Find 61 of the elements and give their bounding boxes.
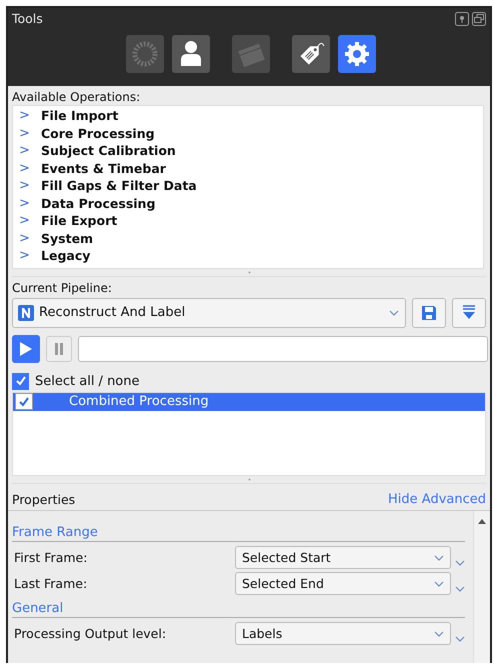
pin-icon[interactable]	[455, 12, 469, 26]
expand-arrow[interactable]: >	[19, 230, 41, 246]
checkmark-icon	[17, 394, 31, 408]
play-button[interactable]	[12, 334, 40, 362]
scrollbar[interactable]	[473, 510, 490, 663]
expand-arrow[interactable]: >	[19, 108, 41, 124]
expand-chevron-icon[interactable]	[455, 558, 465, 566]
expand-arrow[interactable]: >	[19, 160, 41, 176]
pause-button[interactable]	[46, 336, 72, 362]
tag-tool-button[interactable]	[292, 35, 330, 73]
expand-arrow[interactable]: >	[19, 126, 41, 141]
property-dropdown[interactable]: Selected End	[235, 572, 451, 595]
expand-arrow[interactable]: >	[19, 248, 41, 264]
expand-arrow[interactable]: >	[19, 143, 41, 158]
window-title: Tools	[12, 11, 43, 26]
expand-chevron-icon[interactable]	[455, 584, 465, 592]
section-heading: Frame Range	[12, 524, 465, 542]
operation-item[interactable]: File Export	[41, 213, 118, 228]
expand-arrow[interactable]: >	[19, 213, 41, 228]
section-label: Current Pipeline:	[11, 280, 113, 296]
section-heading: General	[12, 600, 465, 618]
scroll-up-icon	[478, 518, 486, 524]
section-label: Available Operations:	[11, 89, 142, 105]
save-icon	[420, 304, 438, 322]
settings-tool-button[interactable]	[338, 35, 376, 73]
operation-item[interactable]: Subject Calibration	[41, 143, 176, 158]
expand-arrow[interactable]: >	[19, 196, 41, 211]
chevron-down-icon	[434, 554, 444, 562]
checkmark-icon	[14, 374, 28, 388]
property-label: Last Frame:	[13, 576, 88, 591]
save-button[interactable]	[412, 298, 446, 328]
menu-button[interactable]	[452, 298, 486, 328]
pause-icon	[54, 342, 64, 354]
operation-item[interactable]: Legacy	[41, 248, 90, 264]
n-logo-icon	[18, 304, 34, 320]
restore-icon[interactable]	[472, 12, 486, 26]
chevron-down-icon	[389, 308, 399, 316]
operation-item[interactable]: System	[41, 230, 94, 246]
arrow-down-icon	[462, 304, 476, 320]
chevron-down-icon	[434, 580, 444, 588]
operation-item[interactable]: Fill Gaps & Filter Data	[41, 178, 197, 194]
hide-advanced-link[interactable]: Hide Advanced	[388, 492, 486, 506]
property-label: First Frame:	[13, 550, 88, 565]
operation-item[interactable]: Core Processing	[41, 126, 155, 141]
property-label: Processing Output level:	[13, 626, 168, 641]
select-all-checkbox[interactable]	[12, 372, 29, 390]
operation-item[interactable]: Events & Timebar	[41, 160, 166, 176]
expand-chevron-icon[interactable]	[455, 634, 465, 642]
select-all-label[interactable]: Select all / none	[35, 374, 140, 388]
item-checkbox[interactable]	[15, 393, 33, 410]
expand-arrow[interactable]: >	[19, 178, 41, 194]
property-dropdown[interactable]: Labels	[235, 622, 451, 645]
pipeline-dropdown[interactable]: Reconstruct And Label	[12, 298, 406, 328]
operation-item[interactable]: Data Processing	[41, 196, 156, 211]
pipeline-item[interactable]: Combined Processing	[13, 392, 485, 410]
play-icon	[19, 340, 33, 356]
chevron-down-icon	[434, 630, 444, 638]
person-tool-button[interactable]	[172, 35, 210, 73]
property-dropdown[interactable]: Selected Start	[235, 546, 451, 569]
operation-item[interactable]: File Import	[41, 108, 118, 124]
properties-title: Properties	[12, 492, 76, 506]
